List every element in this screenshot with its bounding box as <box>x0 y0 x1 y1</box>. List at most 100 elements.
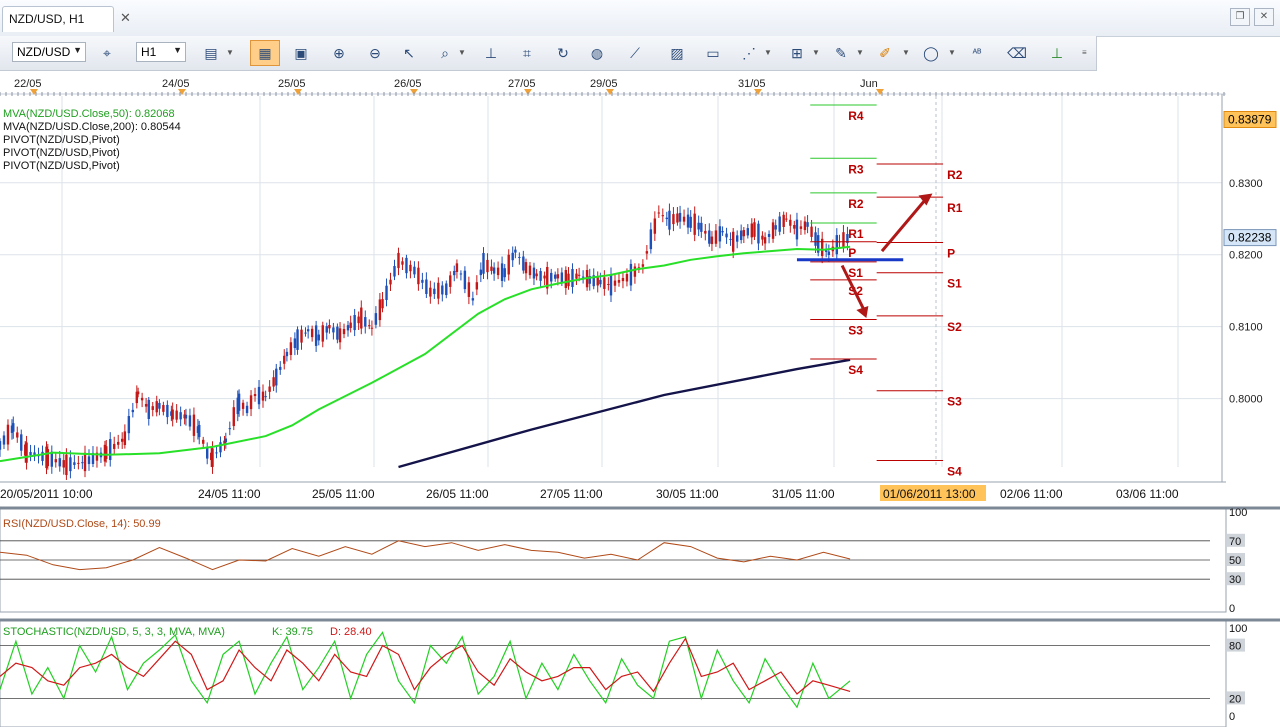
candle-body <box>714 230 718 244</box>
template-icon[interactable]: ▭ <box>702 42 724 64</box>
candle-body <box>144 404 148 407</box>
chevron-down-icon[interactable]: ▼ <box>458 48 466 57</box>
candle-body <box>409 264 412 272</box>
pencil-icon[interactable]: ✎ <box>830 42 852 64</box>
toolbar-overflow-icon[interactable]: ≡ <box>1082 48 1087 57</box>
symbol-select[interactable]: NZD/USD ▼ <box>12 42 86 62</box>
eraser-icon[interactable]: ⌫ <box>1006 42 1028 64</box>
top-date-label: 31/05 <box>738 78 766 90</box>
refresh-icon[interactable]: ↻ <box>552 42 574 64</box>
candle-body <box>708 230 711 244</box>
chevron-down-icon[interactable]: ▼ <box>226 48 234 57</box>
indicator-icon[interactable]: ⊞ <box>786 42 808 64</box>
candle-body <box>140 397 144 401</box>
candle-body <box>575 273 578 279</box>
candle-body <box>314 325 318 346</box>
candle-body <box>158 402 161 409</box>
ruler-icon[interactable]: ⟋ <box>624 42 646 64</box>
candle-body <box>275 368 278 386</box>
candle-body <box>360 307 363 329</box>
highlighter-icon[interactable]: ✐ <box>874 42 896 64</box>
candle-body <box>378 299 382 321</box>
pointer-icon[interactable]: ↖ <box>398 42 420 64</box>
candle-body <box>215 452 218 454</box>
candle-body <box>54 459 57 463</box>
restore-window-icon[interactable]: ❐ <box>1230 8 1250 26</box>
x-tick-label: 30/05 11:00 <box>656 487 719 501</box>
rsi-y-tick: 50 <box>1229 555 1241 567</box>
objects-icon[interactable]: ▣ <box>290 42 312 64</box>
candle-body <box>224 438 228 443</box>
candle-body <box>697 222 700 230</box>
candle-body <box>368 325 371 327</box>
chevron-down-icon[interactable]: ▼ <box>948 48 956 57</box>
candle-body <box>629 263 633 286</box>
chevron-down-icon[interactable]: ▼ <box>902 48 910 57</box>
candle-body <box>633 266 637 277</box>
candle-body <box>445 283 448 296</box>
close-tab-icon[interactable]: ✕ <box>120 10 131 26</box>
candle-body <box>241 402 245 409</box>
candle-body <box>364 317 367 327</box>
ellipse-icon[interactable]: ◯ <box>920 42 942 64</box>
candle-body <box>437 282 440 299</box>
candle-body <box>25 442 28 463</box>
candle-body <box>842 232 845 249</box>
candle-body <box>539 271 542 281</box>
symbol-value: NZD/USD <box>17 45 71 59</box>
timeframe-select[interactable]: H1 ▼ <box>136 42 186 62</box>
zoom-out-icon[interactable]: ⊖ <box>364 42 386 64</box>
candle-body <box>228 428 231 430</box>
candle-body <box>682 216 686 222</box>
candle-body <box>550 272 553 282</box>
zoom-in-icon[interactable]: ⊕ <box>328 42 350 64</box>
vertical-line-icon[interactable]: ⊥ <box>480 42 502 64</box>
candle-body <box>429 287 432 297</box>
candle-body <box>492 267 496 274</box>
candle-body <box>73 462 76 465</box>
candle-body <box>211 448 214 467</box>
stochastic-pane: 100 80 20 0 STOCHASTIC(NZD/USD, 5, 3, 3, MVA… <box>0 618 1280 727</box>
candle-body <box>385 285 388 301</box>
candle-body <box>645 251 649 254</box>
candle-body <box>162 405 165 412</box>
main-grid: 22/05 24/05 25/05 26/05 27/05 29/05 31/05 Jun 0.… <box>0 78 1277 501</box>
candle-body <box>417 267 420 285</box>
y-tick-label: 0.8000 <box>1229 394 1263 406</box>
candle-body <box>757 223 760 244</box>
stochastic-title: STOCHASTIC(NZD/USD, 5, 3, 3, MVA, MVA) <box>3 626 225 638</box>
candle-body <box>763 237 767 244</box>
chevron-down-icon[interactable]: ▼ <box>812 48 820 57</box>
fibonacci-icon[interactable]: ⋰ <box>738 42 760 64</box>
candle-body <box>789 219 792 226</box>
price-tag-label: 0.82238 <box>1228 231 1272 245</box>
close-window-icon[interactable]: ✕ <box>1254 8 1274 26</box>
layout-icon[interactable]: ⊥ <box>1046 42 1068 64</box>
candle-body <box>127 416 131 434</box>
pivot-label: R2 <box>947 168 963 182</box>
chevron-down-icon[interactable]: ▼ <box>764 48 772 57</box>
chevron-down-icon[interactable]: ▼ <box>856 48 864 57</box>
candle-body <box>806 222 809 227</box>
bar-chart-icon[interactable]: ▦ <box>250 40 280 66</box>
globe-icon[interactable]: ◍ <box>586 42 608 64</box>
pivot-label: S3 <box>848 323 863 337</box>
candle-body <box>761 235 764 240</box>
x-tick-label: 26/05 11:00 <box>426 487 489 501</box>
search-icon[interactable]: ⌕ <box>434 42 456 64</box>
main-plot-bg <box>0 80 1226 482</box>
top-date-label: Jun <box>860 78 878 90</box>
cursor-icon[interactable]: ⌗ <box>516 42 538 64</box>
crosshair-icon[interactable]: ⌖ <box>96 42 118 64</box>
candle-body <box>704 230 707 234</box>
candle-body <box>105 446 108 459</box>
candle-body <box>232 407 235 427</box>
rsi-title: RSI(NZD/USD.Close, 14): 50.99 <box>3 518 161 530</box>
chart-type-icon[interactable]: ▤ <box>200 42 222 64</box>
text-icon[interactable]: ᴬᴮ <box>966 42 988 64</box>
chart-canvas[interactable]: 22/05 24/05 25/05 26/05 27/05 29/05 31/05 Jun 0.… <box>0 72 1280 727</box>
picture-icon[interactable]: ▨ <box>666 42 688 64</box>
chart-tab[interactable]: NZD/USD, H1 <box>2 6 114 32</box>
candle-body <box>83 452 87 472</box>
candle-body <box>332 327 335 333</box>
